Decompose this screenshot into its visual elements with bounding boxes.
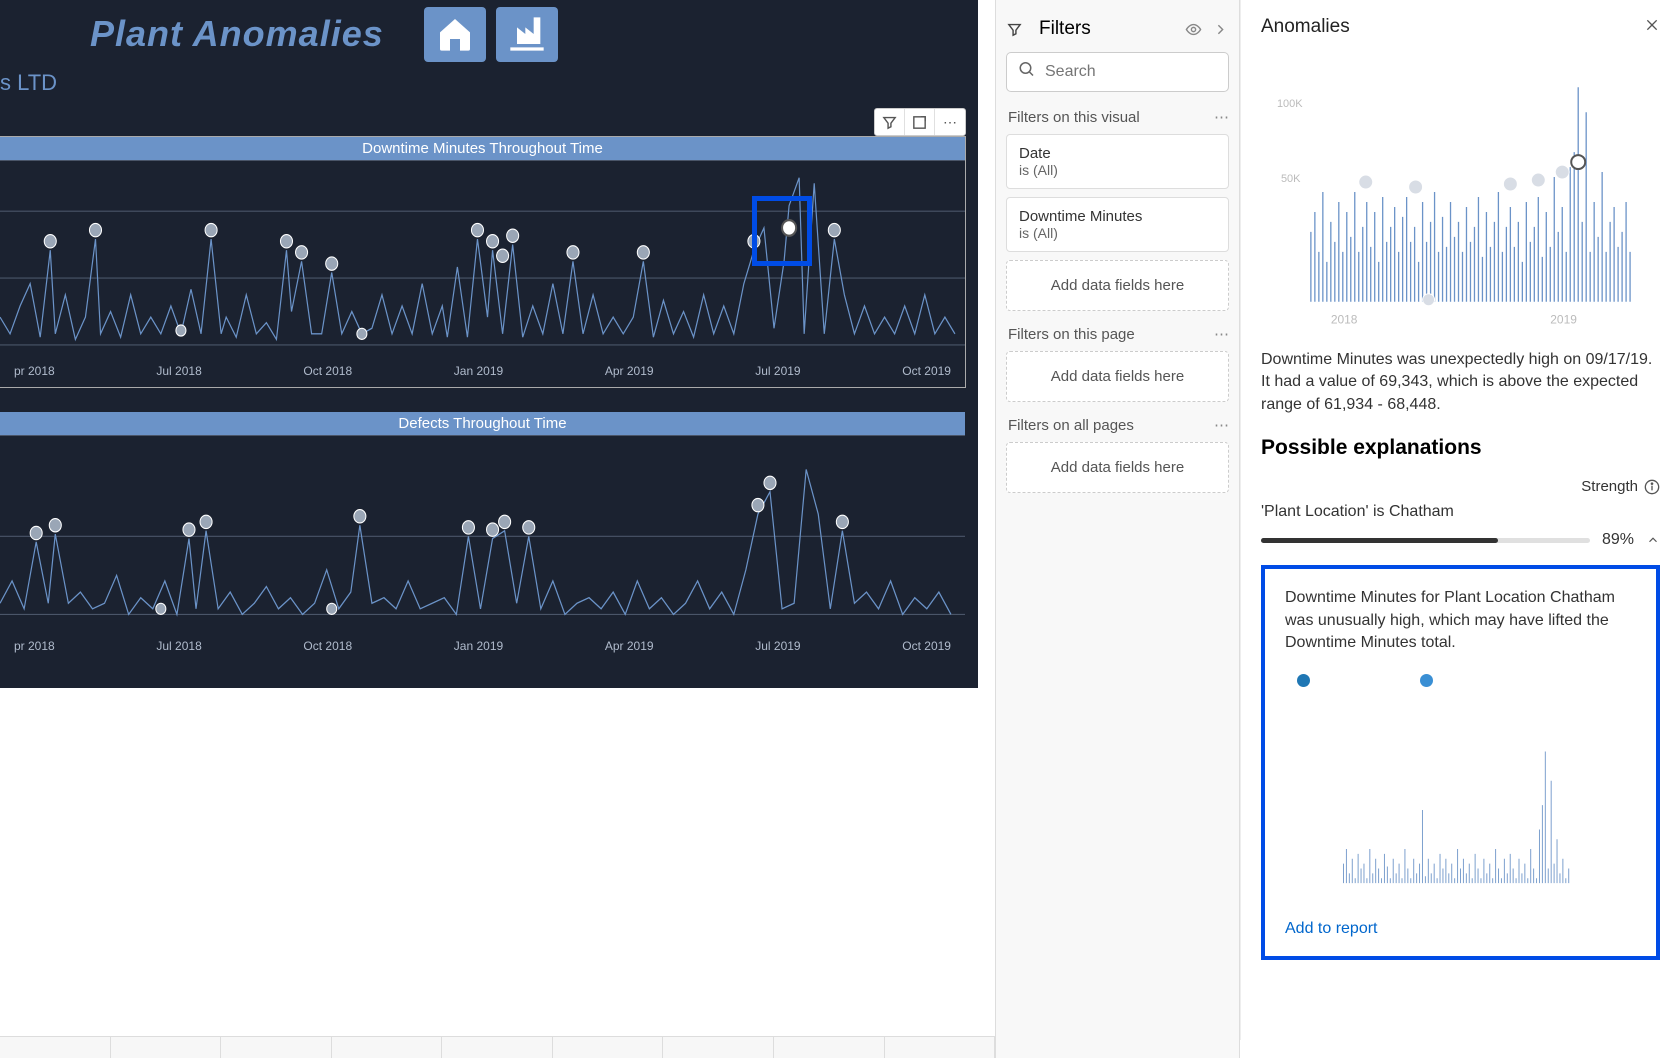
filter-search-input[interactable] [1006, 52, 1229, 92]
drop-zone-page[interactable]: Add data fields here [1006, 351, 1229, 402]
chart-xaxis: pr 2018 Jul 2018 Oct 2018 Jan 2019 Apr 2… [0, 639, 965, 653]
chart-downtime[interactable]: Downtime Minutes Throughout Time [0, 137, 965, 387]
page-tab[interactable] [111, 1037, 222, 1058]
page-tab-bar [0, 1036, 995, 1058]
explanation-name: 'Plant Location' is Chatham [1261, 503, 1660, 521]
chart-title: Downtime Minutes Throughout Time [0, 137, 965, 160]
svg-text:50K: 50K [1281, 173, 1301, 185]
filter-search[interactable] [1006, 52, 1229, 92]
svg-text:100K: 100K [1277, 98, 1303, 110]
page-tab[interactable] [0, 1037, 111, 1058]
page-tab[interactable] [885, 1037, 996, 1058]
legend-dot [1420, 674, 1433, 687]
chart-title: Defects Throughout Time [0, 412, 965, 435]
visual-more-button[interactable]: ⋯ [935, 109, 965, 135]
search-icon [1018, 61, 1036, 84]
strength-bar-row[interactable]: 89% [1261, 531, 1660, 549]
anomaly-description: Downtime Minutes was unexpectedly high o… [1261, 349, 1660, 416]
dashboard-title: Plant Anomalies [90, 13, 384, 55]
eye-icon[interactable] [1185, 21, 1202, 38]
collapse-icon[interactable] [1212, 21, 1229, 38]
add-to-report-link[interactable]: Add to report [1285, 920, 1636, 938]
section-menu-button[interactable]: ⋯ [1214, 416, 1229, 434]
page-tab[interactable] [332, 1037, 443, 1058]
factory-icon [507, 14, 547, 54]
anomaly-mini-chart[interactable]: 50K 100K 2018 2019 [1261, 52, 1660, 332]
home-icon [435, 14, 475, 54]
close-icon [1644, 17, 1660, 33]
info-icon[interactable] [1644, 479, 1660, 495]
section-visual-label: Filters on this visual [1008, 109, 1140, 126]
filters-title: Filters [1039, 18, 1175, 40]
visual-action-bar: ⋯ [874, 108, 966, 136]
drop-zone-visual[interactable]: Add data fields here [1006, 260, 1229, 311]
filter-card-date[interactable]: Date is (All) [1006, 134, 1229, 189]
filter-icon [1006, 21, 1023, 38]
factory-button[interactable] [496, 7, 558, 62]
page-tab[interactable] [774, 1037, 885, 1058]
page-tab[interactable] [442, 1037, 553, 1058]
filter-card-downtime[interactable]: Downtime Minutes is (All) [1006, 197, 1229, 252]
page-tab[interactable] [663, 1037, 774, 1058]
ellipsis-icon: ⋯ [943, 114, 957, 131]
page-tab[interactable] [553, 1037, 664, 1058]
anomalies-title: Anomalies [1261, 16, 1350, 38]
page-tab[interactable] [221, 1037, 332, 1058]
drop-zone-allpages[interactable]: Add data fields here [1006, 442, 1229, 493]
section-menu-button[interactable]: ⋯ [1214, 108, 1229, 126]
chart-xaxis: pr 2018 Jul 2018 Oct 2018 Jan 2019 Apr 2… [0, 364, 965, 378]
section-allpages-label: Filters on all pages [1008, 417, 1134, 434]
legend-dot [1297, 674, 1310, 687]
focus-icon [911, 114, 928, 131]
filter-icon [881, 114, 898, 131]
visual-filter-button[interactable] [875, 109, 905, 135]
explanation-chart[interactable] [1285, 705, 1636, 915]
svg-text:2019: 2019 [1550, 313, 1577, 327]
section-page-label: Filters on this page [1008, 326, 1135, 343]
close-button[interactable] [1644, 17, 1660, 38]
home-button[interactable] [424, 7, 486, 62]
svg-text:2018: 2018 [1331, 313, 1358, 327]
explanation-legend [1297, 674, 1636, 687]
chart-defects[interactable]: Defects Throughout Time [0, 412, 965, 662]
visual-focus-button[interactable] [905, 109, 935, 135]
explanation-description: Downtime Minutes for Plant Location Chat… [1285, 587, 1636, 654]
explanation-card: Downtime Minutes for Plant Location Chat… [1261, 565, 1660, 960]
report-dashboard: Plant Anomalies s LTD ⋯ [0, 0, 978, 688]
explanations-title: Possible explanations [1261, 436, 1660, 460]
chevron-up-icon[interactable] [1646, 533, 1660, 547]
strength-label: Strength [1581, 478, 1638, 495]
company-label: s LTD [0, 70, 57, 96]
section-menu-button[interactable]: ⋯ [1214, 325, 1229, 343]
filters-pane: Filters Filters on this visual ⋯ Date is… [995, 0, 1240, 1058]
anomalies-pane: Anomalies 50K 100K 2018 2019 Downtime Mi… [1240, 0, 1680, 1040]
strength-percent: 89% [1602, 531, 1634, 549]
